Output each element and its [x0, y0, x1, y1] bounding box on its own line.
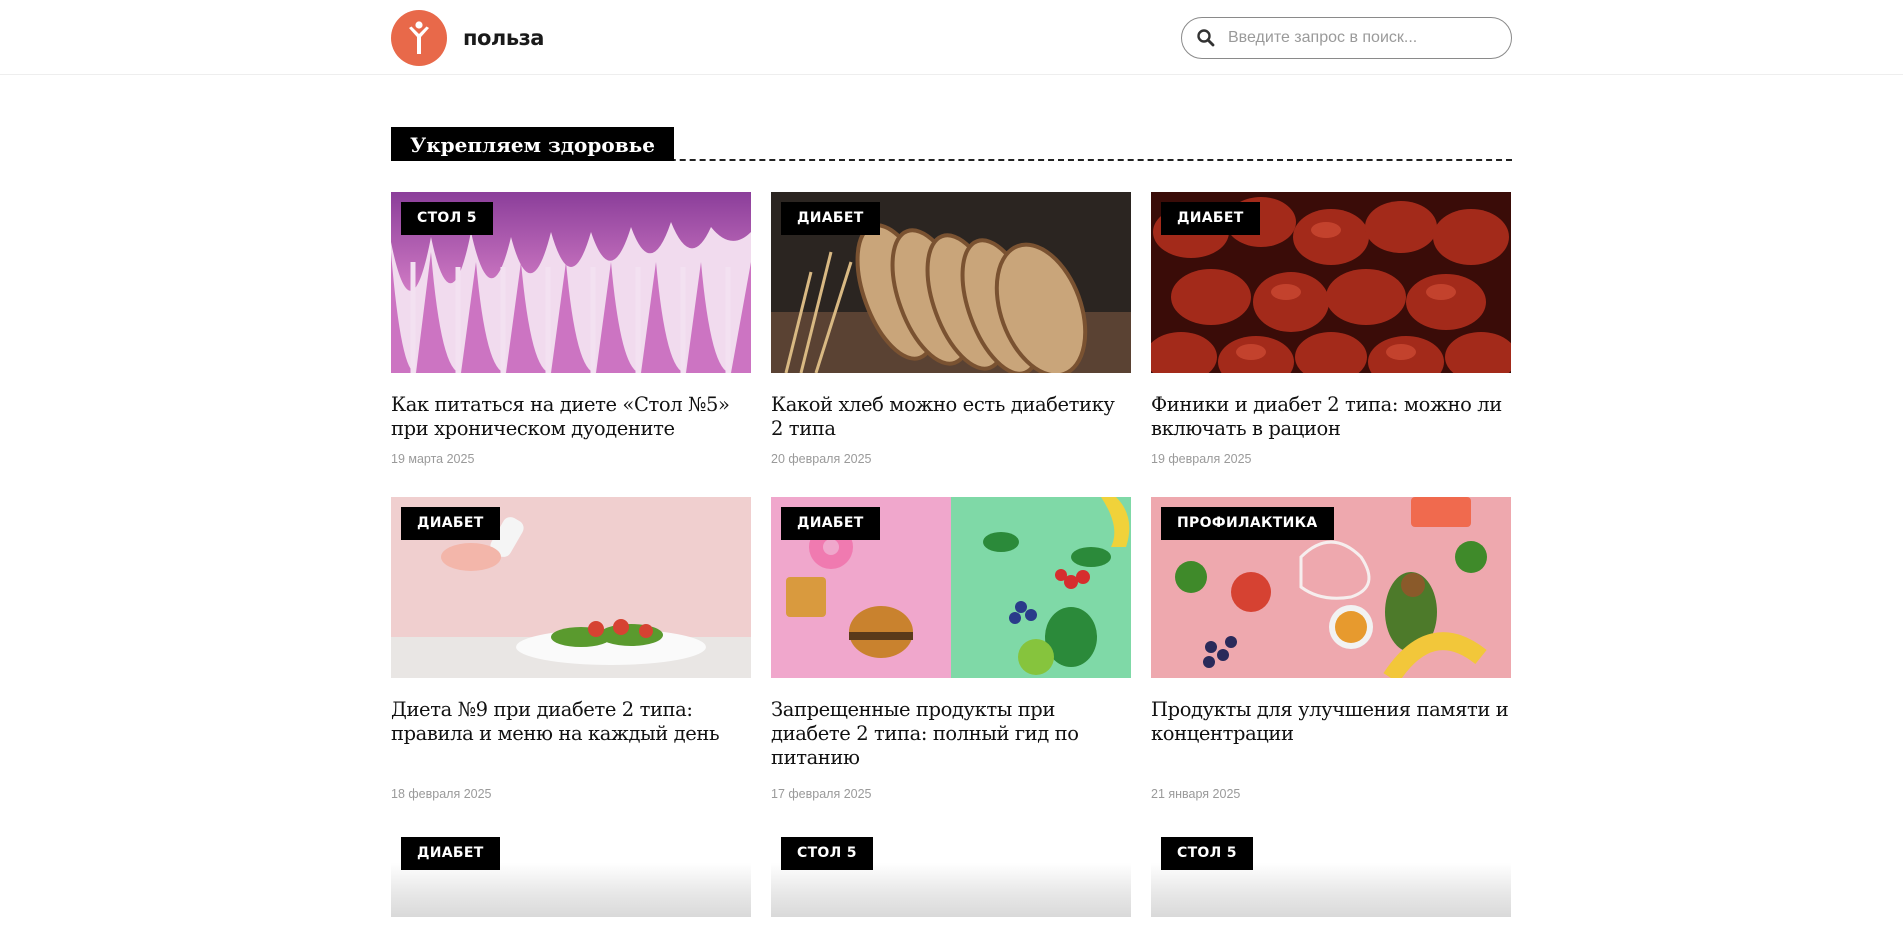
article-image[interactable]: ДИАБЕТ	[391, 497, 751, 678]
category-badge[interactable]: СТОЛ 5	[1161, 837, 1253, 870]
category-badge[interactable]: ПРОФИЛАКТИКА	[1161, 507, 1334, 540]
article-title[interactable]: Продукты для улучшения памяти и концентр…	[1151, 698, 1511, 746]
article-card[interactable]: СТОЛ 5	[771, 827, 1131, 917]
article-title[interactable]: Запрещенные продукты при диабете 2 типа:…	[771, 698, 1131, 770]
article-card[interactable]: СТОЛ 5 Как питаться на диете «Стол №5» п…	[391, 192, 751, 497]
article-date: 17 февраля 2025	[771, 787, 872, 801]
category-badge[interactable]: СТОЛ 5	[401, 202, 493, 235]
article-title[interactable]: Диета №9 при диабете 2 типа: правила и м…	[391, 698, 751, 746]
article-image[interactable]: СТОЛ 5	[771, 827, 1131, 917]
article-date: 18 февраля 2025	[391, 787, 492, 801]
site-header: польза	[0, 0, 1903, 75]
article-grid: СТОЛ 5 Как питаться на диете «Стол №5» п…	[391, 192, 1512, 917]
logo-person-icon	[391, 10, 447, 66]
category-badge[interactable]: ДИАБЕТ	[401, 837, 500, 870]
section-title: Укрепляем здоровье	[391, 127, 674, 161]
article-card[interactable]: ДИАБЕТ Какой хлеб можно есть диабетику 2…	[771, 192, 1131, 497]
article-image[interactable]: СТОЛ 5	[1151, 827, 1511, 917]
site-logo[interactable]: польза	[391, 10, 544, 66]
article-image[interactable]: СТОЛ 5	[391, 192, 751, 373]
article-image[interactable]: ДИАБЕТ	[391, 827, 751, 917]
article-card[interactable]: ДИАБЕТ	[391, 827, 751, 917]
article-image[interactable]: ПРОФИЛАКТИКА	[1151, 497, 1511, 678]
article-card[interactable]: ДИАБЕТ Диета №9 при диабете 2 типа: прав…	[391, 497, 751, 827]
article-date: 19 марта 2025	[391, 452, 475, 466]
article-card[interactable]: СТОЛ 5	[1151, 827, 1511, 917]
article-date: 20 февраля 2025	[771, 452, 872, 466]
article-image[interactable]: ДИАБЕТ	[771, 497, 1131, 678]
section-header: Укрепляем здоровье	[391, 127, 1512, 161]
category-badge[interactable]: ДИАБЕТ	[401, 507, 500, 540]
article-card[interactable]: ПРОФИЛАКТИКА Продукты для улучшения памя…	[1151, 497, 1511, 827]
search-input[interactable]	[1228, 29, 1498, 47]
article-card[interactable]: ДИАБЕТ Финики и диабет 2 типа: можно ли …	[1151, 192, 1511, 497]
article-image[interactable]: ДИАБЕТ	[771, 192, 1131, 373]
article-date: 19 февраля 2025	[1151, 452, 1252, 466]
article-date: 21 января 2025	[1151, 787, 1241, 801]
search-box[interactable]	[1181, 17, 1512, 59]
article-card[interactable]: ДИАБЕТ Запрещенные продукты при диабете …	[771, 497, 1131, 827]
category-badge[interactable]: ДИАБЕТ	[1161, 202, 1260, 235]
article-title[interactable]: Как питаться на диете «Стол №5» при хрон…	[391, 393, 751, 441]
article-image[interactable]: ДИАБЕТ	[1151, 192, 1511, 373]
logo-text: польза	[463, 26, 544, 50]
search-icon[interactable]	[1196, 28, 1216, 48]
category-badge[interactable]: СТОЛ 5	[781, 837, 873, 870]
category-badge[interactable]: ДИАБЕТ	[781, 202, 880, 235]
article-title[interactable]: Какой хлеб можно есть диабетику 2 типа	[771, 393, 1131, 441]
category-badge[interactable]: ДИАБЕТ	[781, 507, 880, 540]
article-title[interactable]: Финики и диабет 2 типа: можно ли включат…	[1151, 393, 1511, 441]
